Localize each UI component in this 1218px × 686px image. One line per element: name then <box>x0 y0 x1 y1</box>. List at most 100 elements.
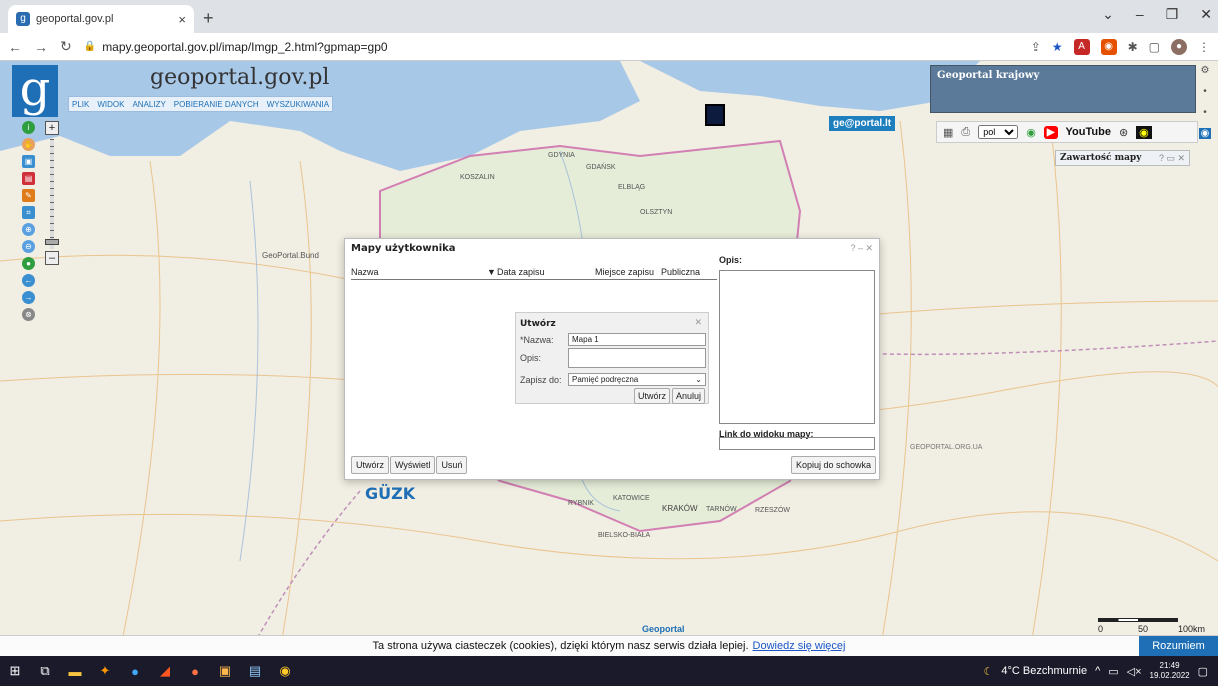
zoom-knob[interactable] <box>45 239 59 245</box>
settings-icon[interactable]: ⚙ <box>1201 65 1210 76</box>
form-cancel-button[interactable]: Anuluj <box>672 388 706 404</box>
app-icon[interactable]: ✦ <box>90 656 120 686</box>
map-contents-panel[interactable]: Zawartość mapy ? ▭ ✕ <box>1055 150 1190 166</box>
language-select[interactable]: pol <box>978 125 1019 139</box>
extension-icon[interactable]: ◉ <box>1100 38 1117 55</box>
file-explorer-icon[interactable]: ▬ <box>60 656 90 686</box>
sidebar-icon[interactable]: ▢ <box>1149 40 1160 54</box>
clock[interactable]: 21:49 19.02.2022 <box>1150 661 1190 681</box>
print-icon[interactable]: ⎙ <box>961 126 970 139</box>
windows-start-icon[interactable]: ⊞ <box>0 656 30 686</box>
network-icon[interactable]: ▭ <box>1108 665 1118 678</box>
overview-map[interactable]: Geoportal krajowy <box>930 65 1196 113</box>
app-icon[interactable]: ◢ <box>150 656 180 686</box>
forward-icon[interactable]: → <box>34 39 48 55</box>
geoportal-bottom-logo[interactable]: Geoportal <box>642 624 685 634</box>
pan-icon[interactable]: ✋ <box>22 138 35 151</box>
crosshair-icon[interactable]: ⊗ <box>22 308 35 321</box>
task-view-icon[interactable]: ⧉ <box>30 656 60 686</box>
geoportal-ua-logo[interactable]: GEOPORTAL.ORG.UA <box>910 444 982 451</box>
eye-icon[interactable]: ◉ <box>1198 128 1212 139</box>
close-window-icon[interactable]: ✕ <box>1200 6 1212 23</box>
geoportal-bund-logo[interactable]: GeoPortal.Bund <box>262 251 319 260</box>
name-input[interactable]: Mapa 1 <box>568 333 706 346</box>
info-icon[interactable]: i <box>22 121 35 134</box>
minimize-icon[interactable]: – <box>1136 6 1144 23</box>
form-description-input[interactable] <box>568 348 706 368</box>
save-to-select[interactable]: Pamięć podręczna ⌄ <box>568 373 706 386</box>
chevron-down-icon[interactable]: ⌄ <box>1102 6 1114 23</box>
panel-controls-icon[interactable]: ? ▭ ✕ <box>1159 153 1185 164</box>
description-textarea[interactable] <box>719 270 875 424</box>
compass-marker[interactable] <box>705 104 725 126</box>
column-name[interactable]: Nazwa <box>351 267 379 277</box>
cookie-more-link[interactable]: Dowiedz się więcej <box>753 640 846 652</box>
zoom-out-icon[interactable]: ⊖ <box>22 240 35 253</box>
puzzle-icon[interactable]: ✱ <box>1128 40 1138 54</box>
back-arrow-icon[interactable]: ← <box>22 274 35 287</box>
youtube-icon[interactable]: ▶ <box>1043 125 1058 139</box>
zoom-plus-button[interactable]: + <box>45 121 59 135</box>
map-link-input[interactable] <box>719 437 875 450</box>
app-icon[interactable]: ▤ <box>240 656 270 686</box>
zoom-slider[interactable]: + – <box>44 121 60 271</box>
menu-item-plik[interactable]: PLIK <box>69 97 92 111</box>
column-date[interactable]: Data zapisu <box>497 267 545 277</box>
menu-item-widok[interactable]: WIDOK <box>94 97 127 111</box>
geoportal-lt-link[interactable]: ge@portal.lt <box>829 116 896 131</box>
close-tab-icon[interactable]: × <box>178 12 186 27</box>
new-tab-icon[interactable]: + <box>203 8 214 29</box>
column-location[interactable]: Miejsce zapisu <box>595 267 654 277</box>
edge-icon[interactable]: ● <box>120 656 150 686</box>
globe-icon[interactable]: ● <box>22 257 35 270</box>
share-icon[interactable]: ⇪ <box>1031 40 1041 54</box>
weather-text[interactable]: 4°C Bezchmurnie <box>1001 665 1087 677</box>
maximize-icon[interactable]: ❐ <box>1166 6 1179 23</box>
help-icon[interactable]: ◉ <box>1026 126 1036 139</box>
star-icon[interactable]: ★ <box>1052 40 1063 54</box>
dot-icon[interactable]: • <box>1203 86 1207 97</box>
guzk-logo[interactable]: GÜZK <box>365 484 415 503</box>
firefox-icon[interactable]: ● <box>180 656 210 686</box>
form-create-button[interactable]: Utwórz <box>634 388 671 404</box>
notifications-icon[interactable]: ▢ <box>1198 665 1208 678</box>
tray-chevron-icon[interactable]: ^ <box>1095 665 1100 677</box>
select-icon[interactable]: ▣ <box>22 155 35 168</box>
display-button[interactable]: Wyświetl <box>390 456 436 474</box>
profile-avatar[interactable]: ● <box>1171 38 1187 55</box>
volume-icon[interactable]: ◁× <box>1127 665 1142 678</box>
chrome-icon[interactable]: ◉ <box>270 656 300 686</box>
menu-item-analizy[interactable]: ANALIZY <box>129 97 168 111</box>
cookie-accept-button[interactable]: Rozumiem <box>1139 636 1218 656</box>
zoom-in-icon[interactable]: ⊕ <box>22 223 35 236</box>
forward-arrow-icon[interactable]: → <box>22 291 35 304</box>
dialog-controls-icon[interactable]: ? – ✕ <box>850 243 873 254</box>
sort-down-icon[interactable]: ▼ <box>487 267 496 277</box>
app-icon[interactable]: ▣ <box>210 656 240 686</box>
youtube-label[interactable]: YouTube <box>1066 126 1111 138</box>
coords-icon[interactable]: ⌗ <box>22 206 35 219</box>
url-field[interactable]: 🔒 mapy.geoportal.gov.pl/imap/Imgp_2.html… <box>84 40 388 54</box>
map-view[interactable]: g geoportal.gov.pl PLIK WIDOK ANALIZY PO… <box>0 61 1218 656</box>
contrast-icon[interactable]: ◉ <box>1136 125 1152 139</box>
browser-tab[interactable]: g geoportal.gov.pl × <box>8 5 194 33</box>
zoom-track[interactable] <box>50 139 54 249</box>
menu-item-pobieranie[interactable]: POBIERANIE DANYCH <box>171 97 262 111</box>
delete-button[interactable]: Usuń <box>436 456 468 474</box>
close-form-icon[interactable]: ✕ <box>694 317 702 328</box>
zoom-minus-button[interactable]: – <box>45 251 59 265</box>
menu-item-wyszukiwania[interactable]: WYSZUKIWANIA <box>264 97 332 111</box>
pdf-extension-icon[interactable]: A <box>1073 38 1090 55</box>
accessibility-icon[interactable]: ⊛ <box>1119 126 1128 139</box>
dot-small-icon[interactable]: • <box>1203 107 1207 118</box>
legend-icon[interactable]: ▦ <box>943 126 953 139</box>
draw-icon[interactable]: ✎ <box>22 189 35 202</box>
copy-to-clipboard-button[interactable]: Kopiuj do schowka <box>791 456 877 474</box>
back-icon[interactable]: ← <box>8 39 22 55</box>
measure-icon[interactable]: ▤ <box>22 172 35 185</box>
column-public[interactable]: Publiczna <box>661 267 700 277</box>
menu-dots-icon[interactable]: ⋮ <box>1198 40 1210 54</box>
create-button[interactable]: Utwórz <box>351 456 390 474</box>
geoportal-logo-icon[interactable]: g <box>12 65 58 117</box>
reload-icon[interactable]: ↻ <box>60 38 72 55</box>
